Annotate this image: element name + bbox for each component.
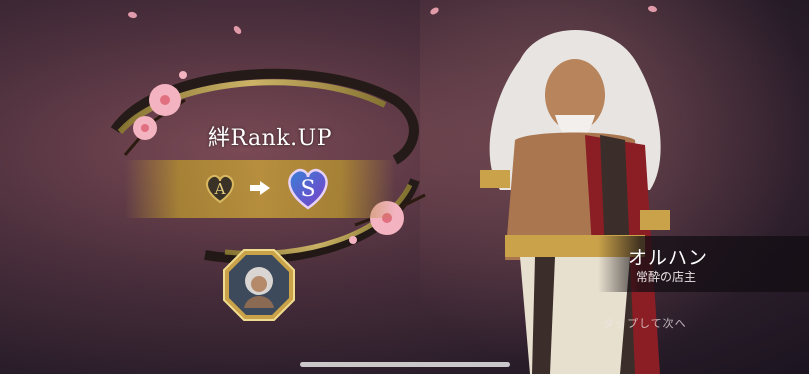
rank-up-scene[interactable]: 絆Rank.UP A S オルハン 常酔の店主 タップして次へ [0,0,809,374]
arrow-right-icon [250,181,270,195]
rank-a-letter: A [214,180,226,198]
rank-s-letter: S [300,177,315,202]
home-indicator[interactable] [300,362,510,367]
character-name: オルハン [628,247,709,269]
sakura-petal [127,10,138,20]
sakura-flower-icon [133,116,157,140]
character-subtitle: 常酔の店主 [636,270,697,284]
rank-a-badge: A [202,170,238,206]
sakura-petal [232,24,243,36]
tap-to-continue-prompt[interactable]: タップして次へ [603,315,687,331]
heart-icon: S [288,168,328,210]
heart-icon: A [206,174,234,204]
character-portrait-icon [223,249,295,321]
rank-s-badge: S [283,163,333,213]
rank-up-title: 絆Rank.UP [207,126,333,151]
sakura-flower-icon [149,84,181,116]
